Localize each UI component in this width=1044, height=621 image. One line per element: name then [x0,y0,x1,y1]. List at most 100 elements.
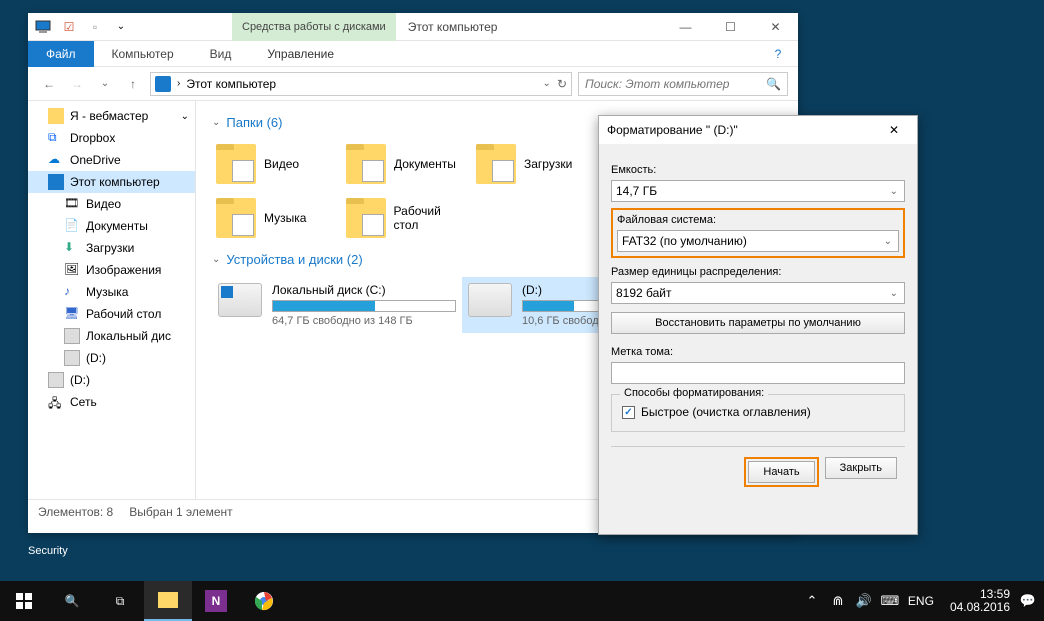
tray-language[interactable]: ENG [908,594,934,608]
address-input[interactable] [186,77,536,91]
taskbar-explorer[interactable] [144,581,192,621]
drive-subtext: 64,7 ГБ свободно из 148 ГБ [272,315,456,327]
chevron-right-icon: › [177,78,180,89]
search-icon[interactable]: 🔍 [766,77,781,91]
taskbar: 🔍 ⧉ N ⌃ ⋒ 🔊 ⌨ ENG 13:59 04.08.2016 💬 [0,581,1044,621]
back-button[interactable]: ← [38,73,60,95]
file-tab[interactable]: Файл [28,41,94,67]
close-icon[interactable]: ✕ [879,123,909,137]
tab-computer[interactable]: Компьютер [94,41,192,67]
address-bar-row: ← → ⌄ ↑ › ⌄ ↻ 🔍 [28,67,798,101]
up-button[interactable]: ↑ [122,73,144,95]
sidebar-item-dropbox[interactable]: ⧉Dropbox [28,127,195,149]
sidebar-item-downloads[interactable]: ⬇Загрузки [28,237,195,259]
close-button[interactable]: ✕ [753,13,798,41]
titlebar: ☑ ▫ ⌄ Средства работы с дисками Этот ком… [28,13,798,41]
sidebar-item-desktop[interactable]: 🖥Рабочий стол [28,303,195,325]
tab-manage[interactable]: Управление [249,41,352,67]
pc-icon [155,76,171,92]
tray-wifi-icon[interactable]: ⋒ [830,593,846,609]
restore-defaults-button[interactable]: Восстановить параметры по умолчанию [611,312,905,334]
search-icon[interactable]: 🔍 [48,581,96,621]
volume-label-label: Метка тома: [611,346,905,358]
qat-properties-icon[interactable]: ☑ [58,16,80,38]
pc-icon [48,174,64,190]
refresh-icon[interactable]: ↻ [557,77,567,91]
folder-documents[interactable]: Документы [342,140,472,188]
dialog-titlebar: Форматирование " (D:)" ✕ [599,116,917,144]
qat-dropdown-icon[interactable]: ⌄ [110,16,132,38]
music-icon: ♪ [64,284,80,300]
minimize-button[interactable]: — [663,13,708,41]
capacity-select[interactable]: 14,7 ГБ [611,180,905,202]
image-icon: 🖼 [64,262,80,278]
tray-keyboard-icon[interactable]: ⌨ [882,593,898,609]
tray-volume-icon[interactable]: 🔊 [856,593,872,609]
qat-new-folder-icon[interactable]: ▫ [84,16,106,38]
onedrive-icon: ☁ [48,152,64,168]
window-title: Этот компьютер [408,20,498,34]
folder-desktop[interactable]: Рабочий стол [342,194,472,242]
allocation-unit-label: Размер единицы распределения: [611,266,905,278]
status-selection: Выбран 1 элемент [129,505,232,519]
help-icon[interactable]: ? [758,47,798,61]
filesystem-select[interactable]: FAT32 (по умолчанию) [617,230,899,252]
tray-clock[interactable]: 13:59 04.08.2016 [950,588,1010,614]
dialog-title: Форматирование " (D:)" [607,123,738,137]
filesystem-highlight: Файловая система: FAT32 (по умолчанию) [611,208,905,258]
sidebar-item-webmaster[interactable]: Я - вебмастер⌄ [28,105,195,127]
format-options-group: Способы форматирования: ✓ Быстрое (очист… [611,394,905,432]
status-item-count: Элементов: 8 [38,505,113,519]
folder-music[interactable]: Музыка [212,194,342,242]
folder-videos[interactable]: Видео [212,140,342,188]
folder-icon [216,144,256,184]
desktop-icon: 🖥 [64,306,80,322]
address-dropdown-icon[interactable]: ⌄ [543,78,551,89]
sidebar-item-this-pc[interactable]: Этот компьютер [28,171,195,193]
taskbar-chrome[interactable] [240,581,288,621]
capacity-label: Емкость: [611,164,905,176]
drive-icon [48,372,64,388]
folder-icon [48,108,64,124]
sidebar-item-network[interactable]: 🖧Сеть [28,391,195,413]
sidebar-item-d-drive-2[interactable]: (D:) [28,369,195,391]
context-tab-drive-tools[interactable]: Средства работы с дисками [232,13,396,41]
drive-c[interactable]: Локальный диск (C:) 64,7 ГБ свободно из … [212,277,462,333]
dropbox-icon: ⧉ [48,130,64,146]
folder-downloads[interactable]: Загрузки [472,140,602,188]
tray-notifications-icon[interactable]: 💬 [1020,593,1036,609]
drive-icon [468,283,512,317]
sidebar: Я - вебмастер⌄ ⧉Dropbox ☁OneDrive Этот к… [28,101,196,499]
volume-label-input[interactable] [611,362,905,384]
sidebar-item-pictures[interactable]: 🖼Изображения [28,259,195,281]
pc-icon [34,18,52,36]
address-bar[interactable]: › ⌄ ↻ [150,72,572,96]
sidebar-item-music[interactable]: ♪Музыка [28,281,195,303]
history-dropdown[interactable]: ⌄ [94,73,116,95]
allocation-unit-select[interactable]: 8192 байт [611,282,905,304]
tray-chevron-up-icon[interactable]: ⌃ [804,593,820,609]
sidebar-item-documents[interactable]: 📄Документы [28,215,195,237]
ribbon: Файл Компьютер Вид Управление ? [28,41,798,67]
search-box[interactable]: 🔍 [578,72,788,96]
close-button[interactable]: Закрыть [825,457,897,479]
folder-icon [476,144,516,184]
sidebar-item-local-disk[interactable]: Локальный дис [28,325,195,347]
folder-icon [346,198,386,238]
maximize-button[interactable]: ☐ [708,13,753,41]
tab-view[interactable]: Вид [192,41,250,67]
start-button[interactable]: Начать [748,461,814,483]
search-input[interactable] [585,77,766,91]
separator [611,446,905,447]
quick-format-checkbox[interactable]: ✓ Быстрое (очистка оглавления) [622,405,894,419]
forward-button[interactable]: → [66,73,88,95]
start-button[interactable] [0,581,48,621]
task-view-icon[interactable]: ⧉ [96,581,144,621]
sidebar-item-d-drive[interactable]: (D:) [28,347,195,369]
quick-access-toolbar: ☑ ▫ ⌄ [58,16,132,38]
drive-name: Локальный диск (C:) [272,283,456,297]
sidebar-item-videos[interactable]: 🎞Видео [28,193,195,215]
taskbar-onenote[interactable]: N [192,581,240,621]
sidebar-item-onedrive[interactable]: ☁OneDrive [28,149,195,171]
drive-icon [218,283,262,317]
